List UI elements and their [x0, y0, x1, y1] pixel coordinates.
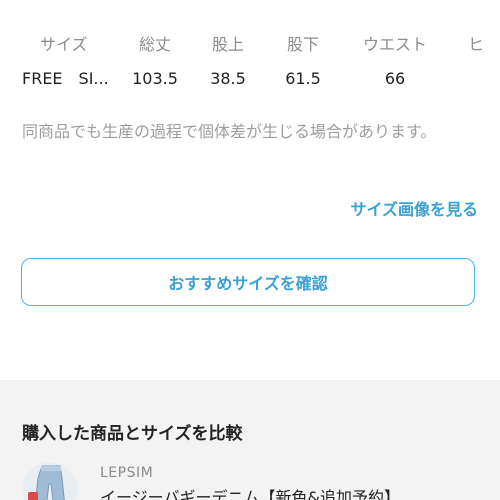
header-rise: 股上 — [211, 35, 244, 54]
cell-size: FREE SI... — [22, 69, 109, 88]
size-table-row: FREE SI... 103.5 38.5 61.5 66 — [0, 62, 500, 96]
header-waist: ウエスト — [362, 35, 427, 54]
header-total-length: 総丈 — [138, 35, 171, 54]
cell-waist: 66 — [384, 69, 406, 88]
header-size: サイズ — [40, 35, 88, 54]
product-size-page: サイズ 総丈 股上 股下 ウエスト ヒ FREE SI... 103.5 38.… — [0, 0, 500, 500]
header-hip: ヒ — [468, 35, 485, 54]
size-compare-section: 購入した商品とサイズを比較 LEPSIM イージーバギーデニム【新色&追加予約】 — [0, 380, 500, 500]
recommend-size-button[interactable]: おすすめサイズを確認 — [21, 258, 475, 306]
product-thumbnail-icon[interactable] — [22, 462, 78, 500]
product-name[interactable]: イージーバギーデニム【新色&追加予約】 — [100, 487, 400, 500]
header-inseam: 股下 — [286, 35, 319, 54]
product-brand: LEPSIM — [100, 465, 154, 481]
cell-rise: 38.5 — [210, 69, 246, 88]
compare-section-title: 購入した商品とサイズを比較 — [22, 424, 243, 444]
size-table: サイズ 総丈 股上 股下 ウエスト ヒ FREE SI... 103.5 38.… — [0, 28, 500, 96]
cell-total-length: 103.5 — [132, 69, 178, 88]
cell-inseam: 61.5 — [285, 69, 321, 88]
size-image-link[interactable]: サイズ画像を見る — [350, 198, 478, 222]
size-table-header-row: サイズ 総丈 股上 股下 ウエスト ヒ — [0, 28, 500, 62]
size-disclaimer: 同商品でも生産の過程で個体差が生じる場合があります。 — [22, 122, 437, 141]
